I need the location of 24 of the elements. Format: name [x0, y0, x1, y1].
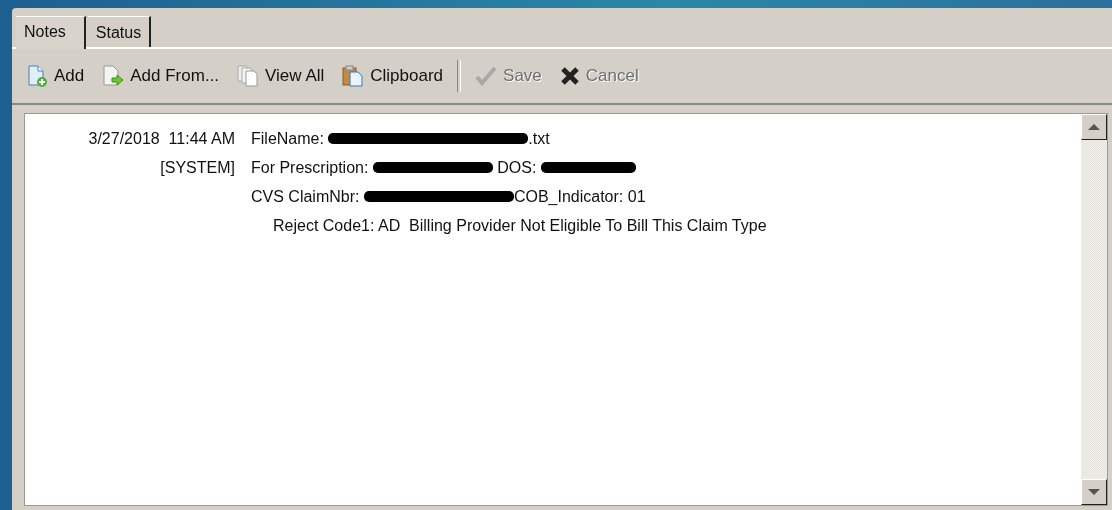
tab[interactable]: Status	[87, 16, 152, 47]
note-date: 3/27/2018 11:44 AM	[88, 129, 235, 149]
clipboard-button[interactable]: Clipboard	[338, 65, 448, 87]
add-from-button[interactable]: Add From...	[98, 65, 224, 87]
note-text: FileName:	[251, 129, 325, 149]
note-text: CVS ClaimNbr:	[251, 187, 361, 207]
note-text: DOS:	[496, 158, 538, 178]
pages-icon	[237, 65, 260, 87]
note-text: For Prescription:	[251, 158, 370, 178]
page-plus-icon	[26, 65, 48, 87]
scroll-down-button[interactable]	[1081, 479, 1107, 505]
tab[interactable]: Notes	[16, 16, 86, 49]
page-arrow-icon	[102, 65, 125, 87]
add-button[interactable]: Add	[22, 65, 89, 87]
note-text: .txt	[528, 129, 550, 149]
note-author: [SYSTEM]	[160, 158, 235, 178]
note-text: COB_Indicator: 01	[513, 187, 646, 207]
scrollbar[interactable]	[1081, 114, 1107, 505]
scroll-up-button[interactable]	[1081, 114, 1107, 140]
clipboard-icon	[342, 65, 365, 87]
close-icon	[559, 66, 580, 86]
view-all-button[interactable]: View All	[233, 65, 329, 87]
note-text: Reject Code1: AD Billing Provider Not Eligible To Bill This Claim Type	[273, 216, 767, 236]
checkmark-icon	[475, 66, 498, 86]
